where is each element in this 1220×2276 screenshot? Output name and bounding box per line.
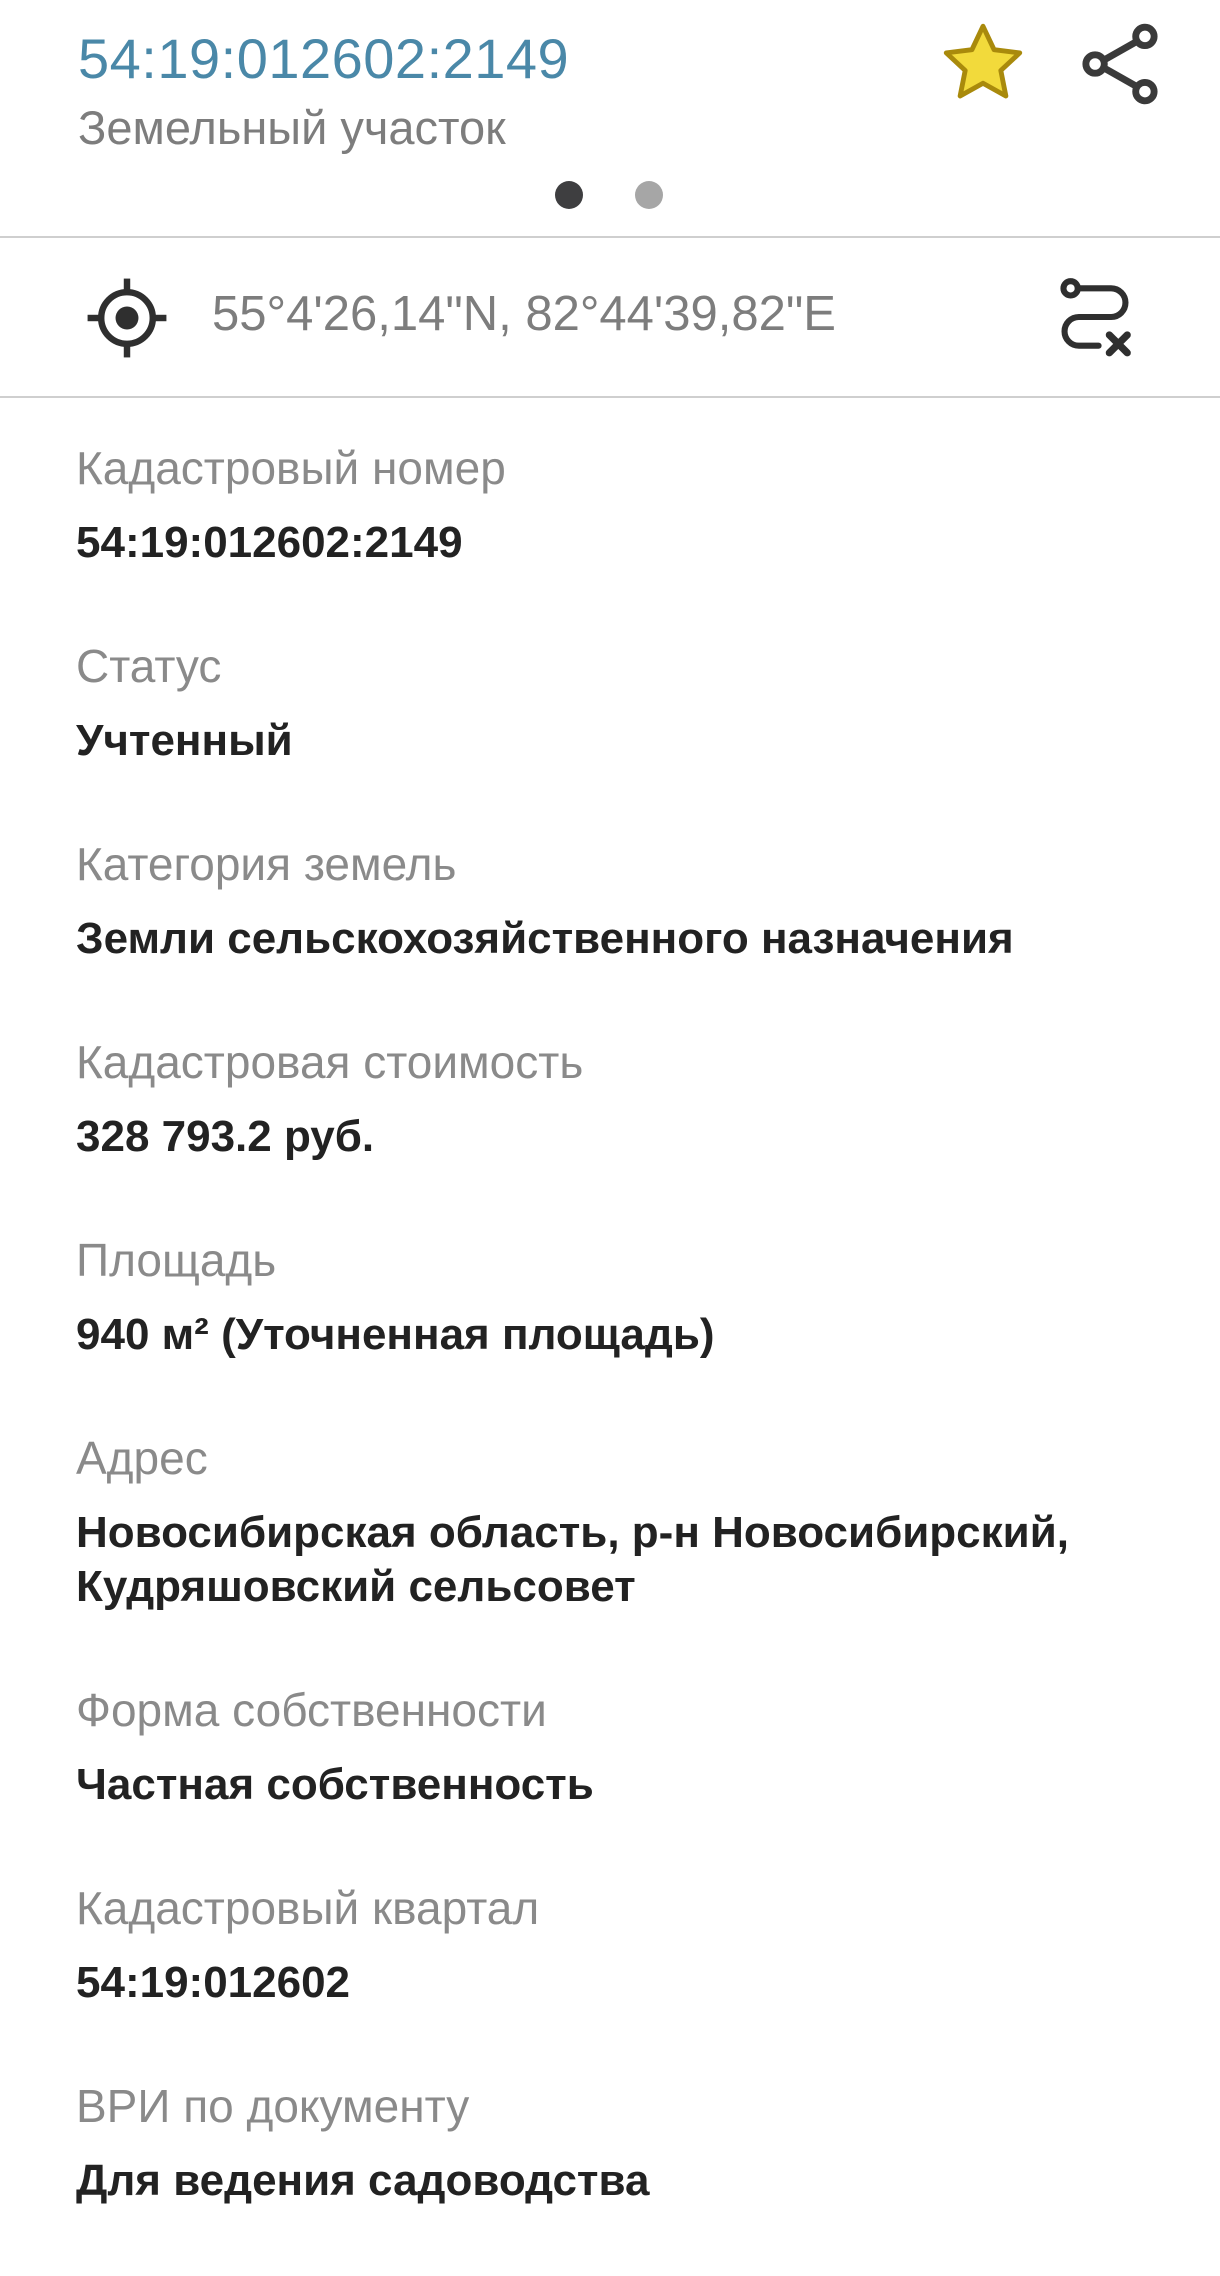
field-label: Кадастровый квартал — [76, 1882, 540, 1934]
object-type-subtitle: Земельный участок — [78, 101, 506, 154]
locate-button[interactable] — [84, 275, 170, 361]
field-label: Адрес — [76, 1432, 208, 1484]
route-button[interactable] — [1052, 274, 1138, 360]
field-value[interactable]: 940 м² (Уточненная площадь) — [76, 1308, 1186, 1362]
field-ownership-form: Форма собственности Частная собственност… — [76, 1682, 1186, 1812]
field-value[interactable]: Учтенный — [76, 714, 1186, 768]
coordinates-row: 55°4'26,14"N, 82°44'39,82"E — [0, 238, 1220, 396]
field-label: ВРИ по документу — [76, 2080, 470, 2132]
field-label: Площадь — [76, 1234, 277, 1286]
field-value[interactable]: 328 793.2 руб. — [76, 1110, 1186, 1164]
field-label: Статус — [76, 640, 222, 692]
field-value[interactable]: 54:19:012602 — [76, 1956, 1186, 2010]
field-cadastral-quarter: Кадастровый квартал 54:19:012602 — [76, 1880, 1186, 2010]
field-label: Кадастровая стоимость — [76, 1036, 584, 1088]
field-cadastral-value: Кадастровая стоимость 328 793.2 руб. — [76, 1034, 1186, 1164]
page-indicator-dot[interactable] — [635, 181, 663, 209]
field-label: Форма собственности — [76, 1684, 547, 1736]
crosshair-target-icon — [87, 278, 167, 358]
field-permitted-use: ВРИ по документу Для ведения садоводства — [76, 2078, 1186, 2208]
field-area: Площадь 940 м² (Уточненная площадь) — [76, 1232, 1186, 1362]
property-details: Кадастровый номер 54:19:012602:2149 Стат… — [76, 440, 1186, 2276]
divider — [0, 396, 1220, 398]
star-icon — [943, 23, 1023, 99]
field-land-category: Категория земель Земли сельскохозяйствен… — [76, 836, 1186, 966]
field-address: Адрес Новосибирская область, р-н Новосиб… — [76, 1430, 1186, 1614]
field-value[interactable]: Для ведения садоводства — [76, 2154, 1186, 2208]
favorite-button[interactable] — [938, 18, 1028, 108]
field-value[interactable]: Новосибирская область, р-н Новосибирский… — [76, 1506, 1186, 1614]
field-cadastral-number: Кадастровый номер 54:19:012602:2149 — [76, 440, 1186, 570]
field-value[interactable]: Земли сельскохозяйственного назначения — [76, 912, 1186, 966]
route-cancel-icon — [1060, 278, 1131, 357]
field-label: Категория земель — [76, 838, 457, 890]
cadastral-number-title: 54:19:012602:2149 — [78, 27, 570, 90]
page-indicator-dot-active[interactable] — [555, 181, 583, 209]
page-indicator — [555, 181, 667, 211]
field-value[interactable]: Частная собственность — [76, 1758, 1186, 1812]
field-value[interactable]: 54:19:012602:2149 — [76, 516, 1186, 570]
share-button[interactable] — [1074, 18, 1166, 110]
header: 54:19:012602:2149 Земельный участок — [0, 0, 1220, 236]
field-label: Кадастровый номер — [76, 442, 506, 494]
field-status: Статус Учтенный — [76, 638, 1186, 768]
coordinates-text[interactable]: 55°4'26,14"N, 82°44'39,82"E — [212, 286, 836, 342]
share-icon — [1082, 23, 1158, 105]
